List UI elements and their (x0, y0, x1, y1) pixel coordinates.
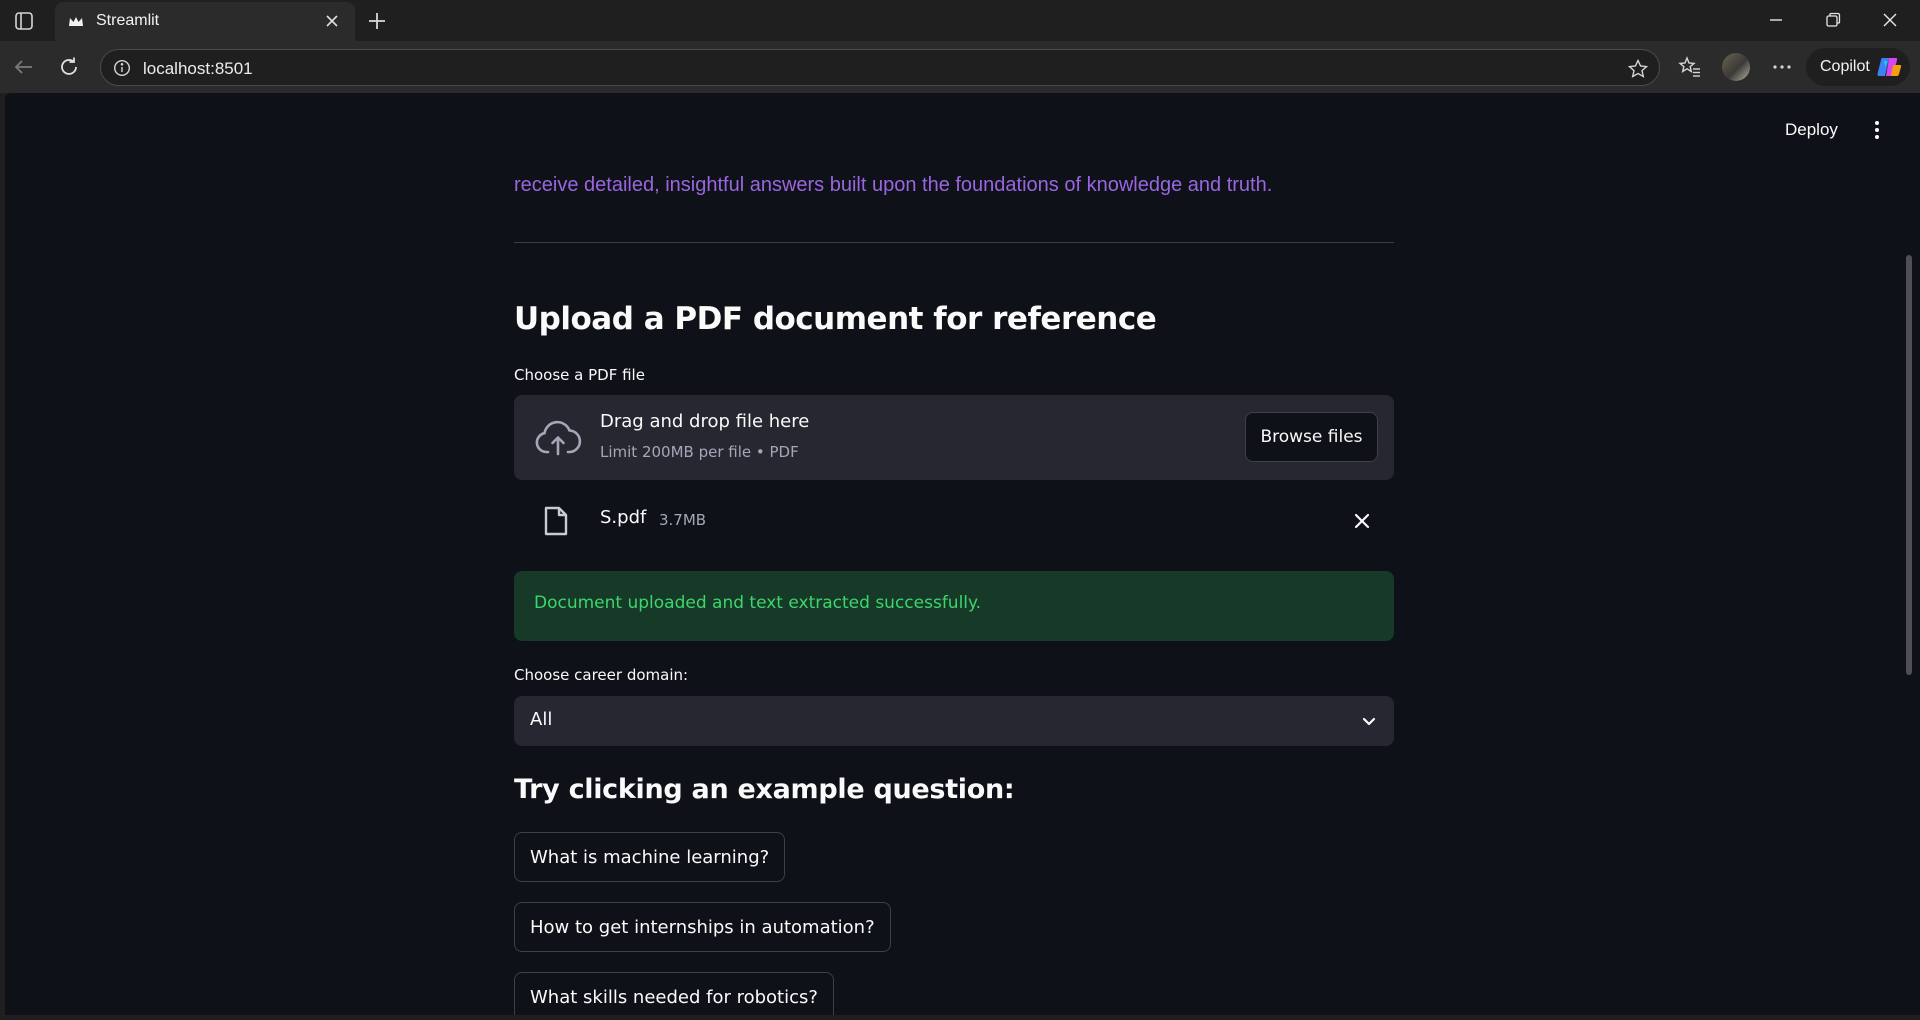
main-menu-icon[interactable] (1867, 119, 1887, 141)
browser-toolbar: localhost:8501 Copilot (0, 41, 1920, 93)
deploy-button[interactable]: Deploy (1785, 120, 1838, 140)
dropzone-title: Drag and drop file here (600, 411, 810, 432)
file-icon (543, 505, 569, 537)
favorites-icon[interactable] (1678, 55, 1702, 79)
file-dropzone[interactable]: Drag and drop file here Limit 200MB per … (514, 395, 1394, 480)
cloud-upload-icon (534, 419, 582, 457)
minimize-icon[interactable] (1766, 10, 1786, 30)
example-question-button[interactable]: What skills needed for robotics? (514, 972, 834, 1015)
domain-select-label: Choose career domain: (514, 666, 689, 684)
success-alert: Document uploaded and text extracted suc… (514, 571, 1394, 641)
tab-actions-icon[interactable] (12, 9, 36, 33)
close-window-icon[interactable] (1880, 10, 1900, 30)
more-options-icon[interactable] (1770, 55, 1794, 79)
success-message: Document uploaded and text extracted suc… (534, 593, 982, 613)
address-bar[interactable]: localhost:8501 (100, 49, 1660, 86)
restore-icon[interactable] (1823, 10, 1843, 30)
profile-avatar[interactable] (1722, 53, 1750, 81)
remove-file-icon[interactable] (1352, 511, 1372, 531)
example-question-button[interactable]: What is machine learning? (514, 832, 786, 882)
uploader-label: Choose a PDF file (514, 366, 645, 384)
new-tab-icon[interactable] (365, 9, 389, 33)
chevron-down-icon (1360, 712, 1378, 730)
browser-tab[interactable]: Streamlit (55, 2, 355, 41)
tab-title: Streamlit (96, 12, 160, 29)
file-name: S.pdf (600, 507, 647, 528)
browse-files-button[interactable]: Browse files (1245, 412, 1378, 462)
site-info-icon[interactable] (113, 59, 131, 77)
scrollbar-thumb[interactable] (1906, 255, 1912, 675)
copilot-logo-icon (1876, 55, 1902, 79)
file-size: 3.7MB (659, 511, 707, 529)
uploaded-file-row: S.pdf 3.7MB (514, 493, 1394, 549)
url-text[interactable]: localhost:8501 (143, 59, 253, 79)
streamlit-crown-icon (67, 13, 85, 31)
back-arrow-icon[interactable] (12, 55, 36, 79)
select-value: All (530, 709, 553, 730)
reload-icon[interactable] (57, 55, 81, 79)
dropzone-limit: Limit 200MB per file • PDF (600, 443, 799, 461)
copilot-button[interactable]: Copilot (1806, 48, 1910, 86)
copilot-label: Copilot (1820, 58, 1870, 75)
upload-heading: Upload a PDF document for reference (514, 301, 1157, 337)
favorite-star-icon[interactable] (1627, 58, 1649, 80)
examples-heading: Try clicking an example question: (514, 774, 1015, 805)
career-domain-select[interactable]: All (514, 696, 1394, 746)
intro-text: receive detailed, insightful answers bui… (514, 174, 1273, 196)
browser-tab-bar: Streamlit (0, 0, 1920, 41)
close-tab-icon[interactable] (323, 12, 341, 30)
app-viewport: Deploy receive detailed, insightful answ… (5, 93, 1920, 1015)
divider (514, 242, 1394, 243)
example-question-button[interactable]: How to get internships in automation? (514, 902, 891, 952)
